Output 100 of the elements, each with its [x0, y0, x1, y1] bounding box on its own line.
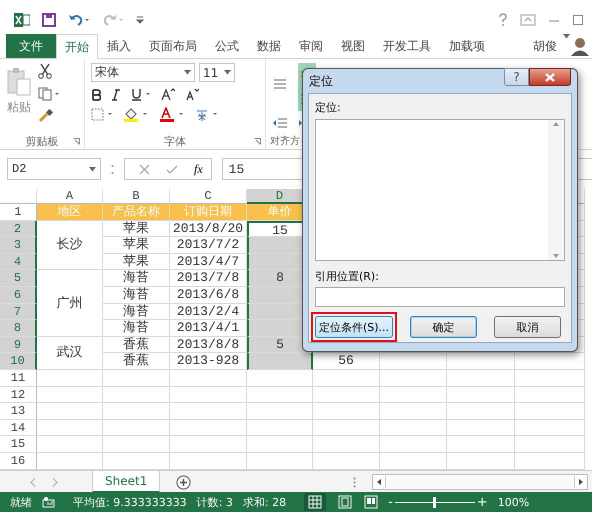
dialog-launcher-icon[interactable] [73, 138, 80, 145]
ribbon-tab[interactable]: 公式 [206, 34, 248, 58]
count-readout: 计数: 3 [196, 494, 233, 510]
table-cell [380, 436, 447, 453]
maximize-icon[interactable] [572, 14, 584, 26]
table-cell [515, 403, 585, 420]
table-cell [380, 386, 447, 404]
sum-readout: 求和: 28 [242, 494, 286, 510]
copy-icon[interactable] [38, 87, 60, 101]
undo-icon[interactable] [68, 13, 90, 27]
user-menu[interactable]: 胡俊 [527, 34, 563, 58]
page-break-preview-icon[interactable] [364, 495, 378, 509]
vertical-scrollbar[interactable] [548, 120, 564, 260]
row-header[interactable]: 11 [0, 370, 37, 387]
ribbon-tab[interactable]: 插入 [98, 34, 140, 58]
ribbon-tab[interactable]: 数据 [248, 34, 290, 58]
row-header[interactable]: 10 [0, 353, 37, 370]
row-header[interactable]: 8 [0, 320, 37, 337]
dialog-button[interactable]: 取消 [494, 316, 561, 338]
table-cell [447, 403, 515, 420]
insert-function-button[interactable]: fx [194, 162, 203, 176]
dialog-title: 定位 [309, 72, 333, 90]
close-button[interactable] [529, 68, 571, 86]
horizontal-scrollbar[interactable] [372, 474, 588, 490]
paste-label[interactable]: 粘贴 [7, 99, 31, 116]
file-tab[interactable]: 文件 [6, 34, 56, 58]
table-cell [447, 386, 515, 404]
scroll-up-icon[interactable] [552, 120, 560, 128]
fill-color-icon[interactable] [123, 107, 149, 122]
table-cell [37, 403, 103, 420]
scissors-icon[interactable] [38, 63, 52, 79]
underline-icon[interactable] [131, 88, 151, 101]
macro-record-icon[interactable] [42, 496, 55, 508]
sheet-tab[interactable]: Sheet1 [92, 470, 160, 492]
row-header[interactable]: 9 [0, 336, 37, 354]
status-text: 就绪 [10, 494, 32, 510]
avatar-icon[interactable] [570, 36, 590, 56]
dropdown-arrow-icon[interactable] [563, 34, 570, 39]
row-header[interactable]: 3 [0, 237, 37, 254]
excel-logo-icon[interactable] [14, 13, 30, 27]
borders-icon[interactable] [91, 108, 113, 121]
reference-field[interactable] [315, 287, 565, 307]
add-sheet-icon[interactable] [176, 474, 192, 490]
row-header[interactable]: 12 [0, 386, 37, 404]
table-cell: 海苔 [103, 320, 170, 337]
table-cell: 苹果 [103, 220, 170, 238]
table-cell [103, 420, 170, 436]
group-label: 剪贴板 [26, 134, 58, 148]
row-header[interactable]: 4 [0, 254, 37, 270]
dialog-button[interactable]: 确定 [410, 316, 477, 338]
scroll-down-icon[interactable] [552, 252, 560, 260]
grow-font-icon[interactable] [161, 88, 175, 101]
dropdown-arrow-icon[interactable] [224, 70, 231, 75]
ribbon-tab[interactable]: 页面布局 [140, 34, 206, 58]
ribbon-display-icon[interactable] [520, 14, 536, 26]
average-readout: 平均值: 9.333333333 [73, 494, 187, 510]
dropdown-arrow-icon[interactable] [184, 70, 191, 75]
zoom-in-button[interactable]: + [476, 494, 488, 510]
ribbon-tab[interactable]: 开发工具 [374, 34, 440, 58]
font-color-icon[interactable] [159, 107, 185, 122]
font-name-field[interactable]: 宋体 [91, 63, 195, 82]
table-cell [447, 420, 515, 436]
shrink-font-icon[interactable] [185, 88, 199, 101]
table-cell [515, 353, 585, 370]
row-header[interactable]: 13 [0, 403, 37, 420]
splitter-icon[interactable] [353, 476, 356, 488]
help-button[interactable]: ? [504, 68, 529, 86]
table-cell [247, 370, 313, 387]
zoom-out-button[interactable]: - [388, 494, 393, 510]
customize-toolbar-icon[interactable] [136, 15, 144, 25]
table-cell: 56 [313, 353, 380, 370]
ribbon-tab[interactable]: 视图 [332, 34, 374, 58]
bold-icon[interactable] [91, 88, 101, 100]
row-header[interactable]: 7 [0, 304, 37, 320]
font-size-field[interactable]: 11 [199, 63, 235, 82]
dropdown-arrow-icon[interactable] [89, 166, 96, 172]
table-cell: 2013/8/20 [170, 220, 247, 238]
page-layout-icon[interactable] [338, 495, 352, 509]
zoom-level[interactable]: 100% [498, 496, 530, 508]
name-box[interactable]: D2 [7, 158, 101, 180]
group-label: 字体 [164, 134, 186, 148]
dialog-launcher-icon[interactable] [254, 138, 261, 145]
row-header[interactable]: 15 [0, 436, 37, 453]
format-painter-icon[interactable] [38, 109, 54, 123]
dialog-button[interactable]: 定位条件(S)... [315, 316, 393, 338]
zoom-slider-thumb[interactable] [432, 496, 436, 508]
ribbon-tab[interactable]: 审阅 [290, 34, 332, 58]
row-header[interactable]: 14 [0, 420, 37, 436]
decrease-indent-icon[interactable] [272, 117, 288, 129]
ribbon-tab[interactable]: 加载项 [440, 34, 494, 58]
save-icon[interactable] [42, 13, 56, 27]
help-icon[interactable] [498, 13, 508, 27]
row-header[interactable]: 5 [0, 270, 37, 287]
row-header[interactable]: 2 [0, 220, 37, 238]
ribbon-tab[interactable]: 开始 [56, 34, 98, 59]
table-cell: 广州 [37, 270, 103, 337]
normal-view-icon[interactable] [304, 493, 326, 511]
italic-icon[interactable] [111, 88, 121, 100]
row-header[interactable]: 6 [0, 286, 37, 304]
table-cell [37, 436, 103, 453]
